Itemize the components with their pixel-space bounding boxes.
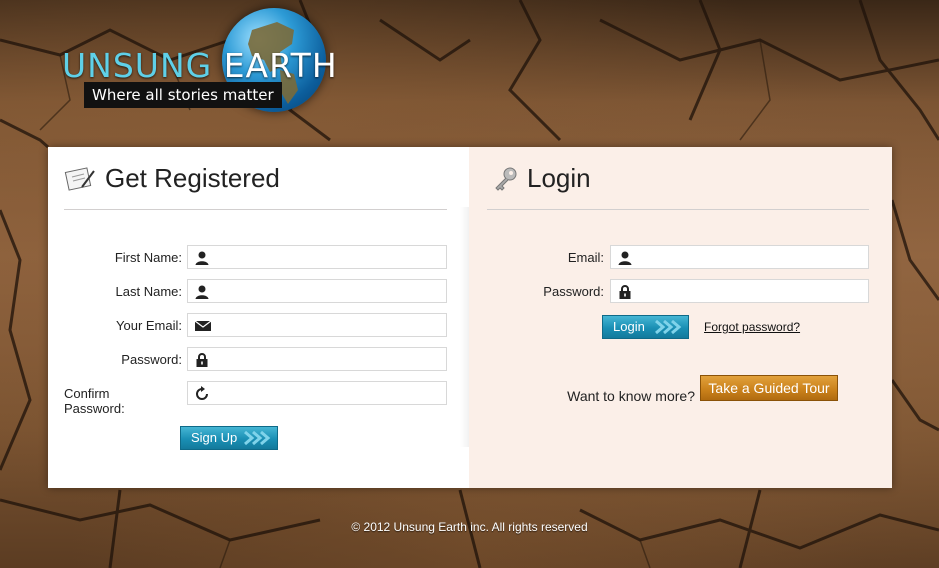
- login-password-input[interactable]: [639, 282, 866, 302]
- last-name-label: Last Name:: [115, 284, 182, 299]
- login-title: Login: [527, 163, 591, 193]
- auth-panel: Get Registered First Name: Last Name: Yo…: [48, 147, 892, 488]
- last-name-field[interactable]: [187, 279, 447, 303]
- guided-tour-button[interactable]: Take a Guided Tour: [700, 375, 838, 401]
- sign-up-label: Sign Up: [191, 430, 238, 445]
- lock-icon: [619, 285, 631, 299]
- footer-copyright: © 2012 Unsung Earth inc. All rights rese…: [351, 520, 588, 534]
- chevrons-right-icon: [655, 320, 682, 334]
- sign-up-button[interactable]: Sign Up: [180, 426, 278, 450]
- login-email-label: Email:: [567, 250, 604, 265]
- register-divider: [64, 209, 447, 210]
- login-email-field[interactable]: [610, 245, 869, 269]
- user-icon: [618, 251, 632, 265]
- forgot-password-link[interactable]: Forgot password?: [704, 320, 800, 334]
- register-section: Get Registered First Name: Last Name: Yo…: [48, 147, 469, 488]
- first-name-input[interactable]: [216, 248, 444, 268]
- login-button-label: Login: [613, 319, 645, 334]
- register-email-field[interactable]: [187, 313, 447, 337]
- chevrons-right-icon: [244, 431, 271, 445]
- login-section: Login Email: Password: Login Forgot pass…: [469, 147, 892, 488]
- notepad-icon: [64, 167, 95, 191]
- brand-title: UNSUNG EARTH: [62, 46, 338, 85]
- register-password-input[interactable]: [216, 350, 444, 370]
- email-label: Your Email:: [116, 318, 182, 333]
- confirm-password-input[interactable]: [216, 384, 444, 404]
- confirm-password-field[interactable]: [187, 381, 447, 405]
- login-email-input[interactable]: [639, 248, 866, 268]
- tour-prompt: Want to know more?: [567, 388, 695, 404]
- register-password-field[interactable]: [187, 347, 447, 371]
- login-password-field[interactable]: [610, 279, 869, 303]
- last-name-input[interactable]: [216, 282, 444, 302]
- user-icon: [195, 251, 209, 265]
- login-password-label: Password:: [543, 284, 604, 299]
- brand-tagline: Where all stories matter: [84, 82, 282, 108]
- first-name-label: First Name:: [114, 250, 182, 265]
- login-divider: [487, 209, 869, 210]
- user-icon: [195, 285, 209, 299]
- lock-icon: [196, 353, 208, 367]
- register-email-input[interactable]: [216, 316, 444, 336]
- first-name-field[interactable]: [187, 245, 447, 269]
- confirm-password-label: Confirm Password:: [64, 386, 125, 416]
- login-button[interactable]: Login: [602, 315, 689, 339]
- envelope-icon: [194, 320, 212, 331]
- brand-logo[interactable]: UNSUNG EARTH Where all stories matter: [62, 8, 337, 118]
- refresh-icon: [196, 386, 208, 400]
- brand-title-part1: UNSUNG: [62, 46, 213, 85]
- key-icon: [495, 167, 517, 191]
- brand-title-part2: EARTH: [223, 46, 338, 85]
- password-label: Password:: [121, 352, 182, 367]
- register-title: Get Registered: [105, 163, 280, 193]
